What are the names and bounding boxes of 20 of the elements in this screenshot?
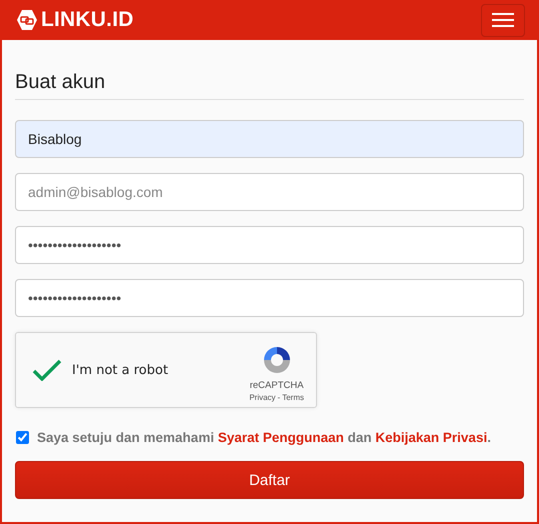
agree-checkbox[interactable] <box>16 431 29 444</box>
menu-button[interactable] <box>481 4 525 36</box>
checkmark-icon[interactable] <box>32 359 62 381</box>
agreement-text: Saya setuju dan memahami Syarat Penggunaan dan Kebijakan Privasi. <box>37 430 491 445</box>
input-field[interactable]: Bisablog <box>15 120 524 158</box>
menu-icon <box>492 13 514 27</box>
recaptcha-label: reCAPTCHA <box>250 380 304 391</box>
terms-link[interactable]: Terms <box>282 393 304 402</box>
form-title: Buat akun <box>15 70 524 100</box>
privacy-link[interactable]: Privacy <box>249 393 276 402</box>
input-field[interactable]: admin@bisablog.com <box>15 173 524 211</box>
brand-name[interactable]: LINKU.ID <box>41 8 134 32</box>
logo-icon <box>16 9 38 31</box>
input-field[interactable]: ••••••••••••••••••• <box>15 279 524 317</box>
terms-link[interactable]: Syarat Penggunaan <box>218 430 344 445</box>
link-separator: - <box>278 393 280 402</box>
input-field[interactable]: ••••••••••••••••••• <box>15 226 524 264</box>
captcha-label: I'm not a robot <box>72 362 170 378</box>
register-button[interactable]: Daftar <box>15 461 524 499</box>
terms-link[interactable]: Kebijakan Privasi <box>375 430 488 445</box>
